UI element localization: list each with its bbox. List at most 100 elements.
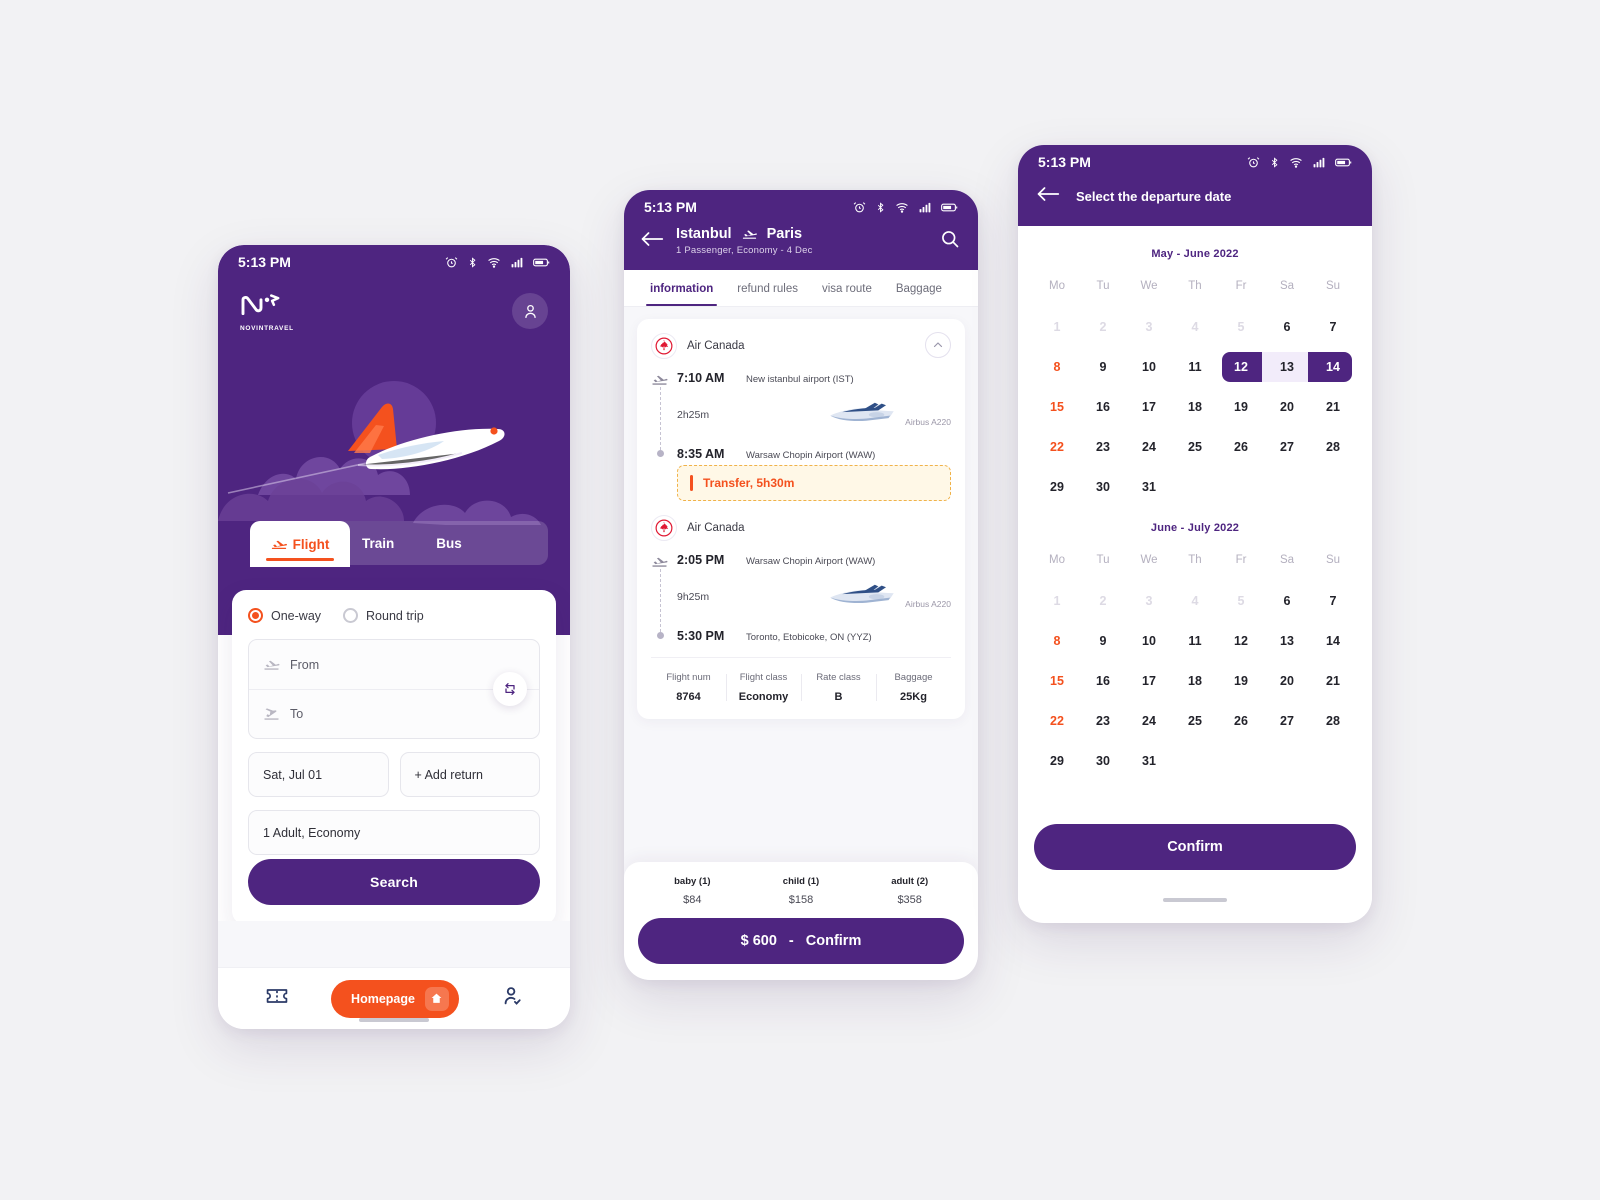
calendar-day-13[interactable]: 13 bbox=[1264, 626, 1310, 656]
departure-date-field[interactable]: Sat, Jul 01 bbox=[248, 752, 389, 797]
calendar-day-20[interactable]: 20 bbox=[1264, 666, 1310, 696]
calendar-day-number: 16 bbox=[1096, 400, 1110, 414]
back-button[interactable] bbox=[1036, 185, 1060, 208]
confirm-button[interactable]: $ 600 - Confirm bbox=[638, 918, 964, 964]
calendar-day-17[interactable]: 17 bbox=[1126, 392, 1172, 422]
calendar-day-16[interactable]: 16 bbox=[1080, 666, 1126, 696]
calendar-day-23[interactable]: 23 bbox=[1080, 432, 1126, 462]
calendar-day-14[interactable]: 14 bbox=[1310, 626, 1356, 656]
header-nav-row: Select the departure date bbox=[1018, 179, 1372, 208]
calendar-day-19[interactable]: 19 bbox=[1218, 392, 1264, 422]
calendar-day-23[interactable]: 23 bbox=[1080, 706, 1126, 736]
calendar-day-10[interactable]: 10 bbox=[1126, 626, 1172, 656]
account-button[interactable] bbox=[512, 293, 548, 329]
calendar-day-11[interactable]: 11 bbox=[1172, 626, 1218, 656]
calendar-day-11[interactable]: 11 bbox=[1172, 352, 1218, 382]
trip-type-one-way[interactable]: One-way bbox=[248, 608, 321, 623]
plane-takeoff-icon bbox=[742, 230, 757, 239]
calendar-day-28[interactable]: 28 bbox=[1310, 706, 1356, 736]
calendar-day-18[interactable]: 18 bbox=[1172, 392, 1218, 422]
calendar-day-24[interactable]: 24 bbox=[1126, 706, 1172, 736]
calendar-day-9[interactable]: 9 bbox=[1080, 626, 1126, 656]
transfer-banner: Transfer, 5h30m bbox=[677, 465, 951, 501]
calendar-day-number: 25 bbox=[1188, 440, 1202, 454]
calendar-day-2: 2 bbox=[1080, 586, 1126, 616]
tab-baggage[interactable]: Baggage bbox=[884, 270, 954, 306]
calendar-day-31[interactable]: 31 bbox=[1126, 472, 1172, 502]
confirm-button[interactable]: Confirm bbox=[1034, 824, 1356, 870]
calendar-day-27[interactable]: 27 bbox=[1264, 706, 1310, 736]
calendar-day-10[interactable]: 10 bbox=[1126, 352, 1172, 382]
nav-profile-button[interactable] bbox=[501, 985, 523, 1012]
search-button[interactable] bbox=[940, 229, 960, 254]
calendar-month-title: June - July 2022 bbox=[1150, 522, 1240, 534]
back-button[interactable] bbox=[640, 230, 664, 253]
calendar-day-14[interactable]: 14 bbox=[1308, 352, 1356, 382]
calendar-day-number: 5 bbox=[1237, 594, 1245, 608]
collapse-button[interactable] bbox=[925, 332, 951, 358]
calendar-day-28[interactable]: 28 bbox=[1310, 432, 1356, 462]
tab-refund-rules[interactable]: refund rules bbox=[725, 270, 810, 306]
calendar-day-30[interactable]: 30 bbox=[1080, 746, 1126, 776]
calendar-day-25[interactable]: 25 bbox=[1172, 706, 1218, 736]
calendar-day-15[interactable]: 15 bbox=[1034, 666, 1080, 696]
calendar-day-12[interactable]: 12 bbox=[1218, 626, 1264, 656]
nav-tickets-button[interactable] bbox=[265, 986, 289, 1011]
tab-train[interactable]: Train bbox=[362, 536, 394, 551]
calendar-day-22[interactable]: 22 bbox=[1034, 432, 1080, 462]
calendar-day-1: 1 bbox=[1034, 312, 1080, 342]
arrival-airport: Toronto, Etobicoke, ON (YYZ) bbox=[746, 632, 872, 643]
calendar-day-13[interactable]: 13 bbox=[1262, 352, 1312, 382]
calendar-day-27[interactable]: 27 bbox=[1264, 432, 1310, 462]
tab-bus[interactable]: Bus bbox=[436, 536, 462, 551]
calendar-day-31[interactable]: 31 bbox=[1126, 746, 1172, 776]
calendar-day-number: 12 bbox=[1234, 634, 1248, 648]
swap-button[interactable] bbox=[493, 672, 527, 706]
calendar-day-7[interactable]: 7 bbox=[1310, 312, 1356, 342]
passengers-class-field[interactable]: 1 Adult, Economy bbox=[248, 810, 540, 855]
calendar-day-22[interactable]: 22 bbox=[1034, 706, 1080, 736]
calendar-day-21[interactable]: 21 bbox=[1310, 392, 1356, 422]
meta-baggage: Baggage 25Kg bbox=[876, 672, 951, 703]
calendar-day-8[interactable]: 8 bbox=[1034, 352, 1080, 382]
add-return-field[interactable]: + Add return bbox=[399, 752, 540, 797]
departure-time: 7:10 AM bbox=[677, 371, 725, 385]
calendar-month-spacer bbox=[1034, 502, 1356, 516]
details-scroll-area[interactable]: Air Canada 7:10 AM New istanbul airport … bbox=[624, 307, 978, 719]
calendar-day-25[interactable]: 25 bbox=[1172, 432, 1218, 462]
tab-information[interactable]: information bbox=[638, 270, 725, 306]
calendar-day-6[interactable]: 6 bbox=[1264, 312, 1310, 342]
trip-type-round-trip[interactable]: Round trip bbox=[343, 608, 424, 623]
tab-flight[interactable]: Flight bbox=[250, 521, 350, 567]
calendar-day-29[interactable]: 29 bbox=[1034, 746, 1080, 776]
meta-key: Rate class bbox=[816, 672, 861, 683]
phone-flight-details-screen: 5:13 PM Istanbul Paris 1 Passenger, Econ… bbox=[624, 190, 978, 980]
calendar-month-title: May - June 2022 bbox=[1151, 248, 1239, 260]
calendar-day-18[interactable]: 18 bbox=[1172, 666, 1218, 696]
nav-homepage-button[interactable]: Homepage bbox=[331, 979, 459, 1018]
calendar-day-6[interactable]: 6 bbox=[1264, 586, 1310, 616]
calendar-day-17[interactable]: 17 bbox=[1126, 666, 1172, 696]
calendar-day-15[interactable]: 15 bbox=[1034, 392, 1080, 422]
calendar-day-26[interactable]: 26 bbox=[1218, 706, 1264, 736]
calendar-day-26[interactable]: 26 bbox=[1218, 432, 1264, 462]
calendar-day-19[interactable]: 19 bbox=[1218, 666, 1264, 696]
calendar-day-20[interactable]: 20 bbox=[1264, 392, 1310, 422]
trip-type-one-way-label: One-way bbox=[271, 608, 322, 623]
calendar-day-7[interactable]: 7 bbox=[1310, 586, 1356, 616]
calendar-day-29[interactable]: 29 bbox=[1034, 472, 1080, 502]
calendar-day-30[interactable]: 30 bbox=[1080, 472, 1126, 502]
calendar-day-24[interactable]: 24 bbox=[1126, 432, 1172, 462]
calendar-day-12[interactable]: 12 bbox=[1218, 352, 1266, 382]
calendar-day-9[interactable]: 9 bbox=[1080, 352, 1126, 382]
meta-key: Baggage bbox=[894, 672, 933, 683]
airline-name: Air Canada bbox=[687, 522, 745, 534]
plane-landing-icon bbox=[264, 707, 279, 720]
house-icon bbox=[424, 986, 449, 1011]
calendar-day-number: 26 bbox=[1234, 440, 1248, 454]
tab-visa-route[interactable]: visa route bbox=[810, 270, 884, 306]
calendar-day-8[interactable]: 8 bbox=[1034, 626, 1080, 656]
search-button[interactable]: Search bbox=[248, 859, 540, 905]
calendar-day-21[interactable]: 21 bbox=[1310, 666, 1356, 696]
calendar-day-16[interactable]: 16 bbox=[1080, 392, 1126, 422]
